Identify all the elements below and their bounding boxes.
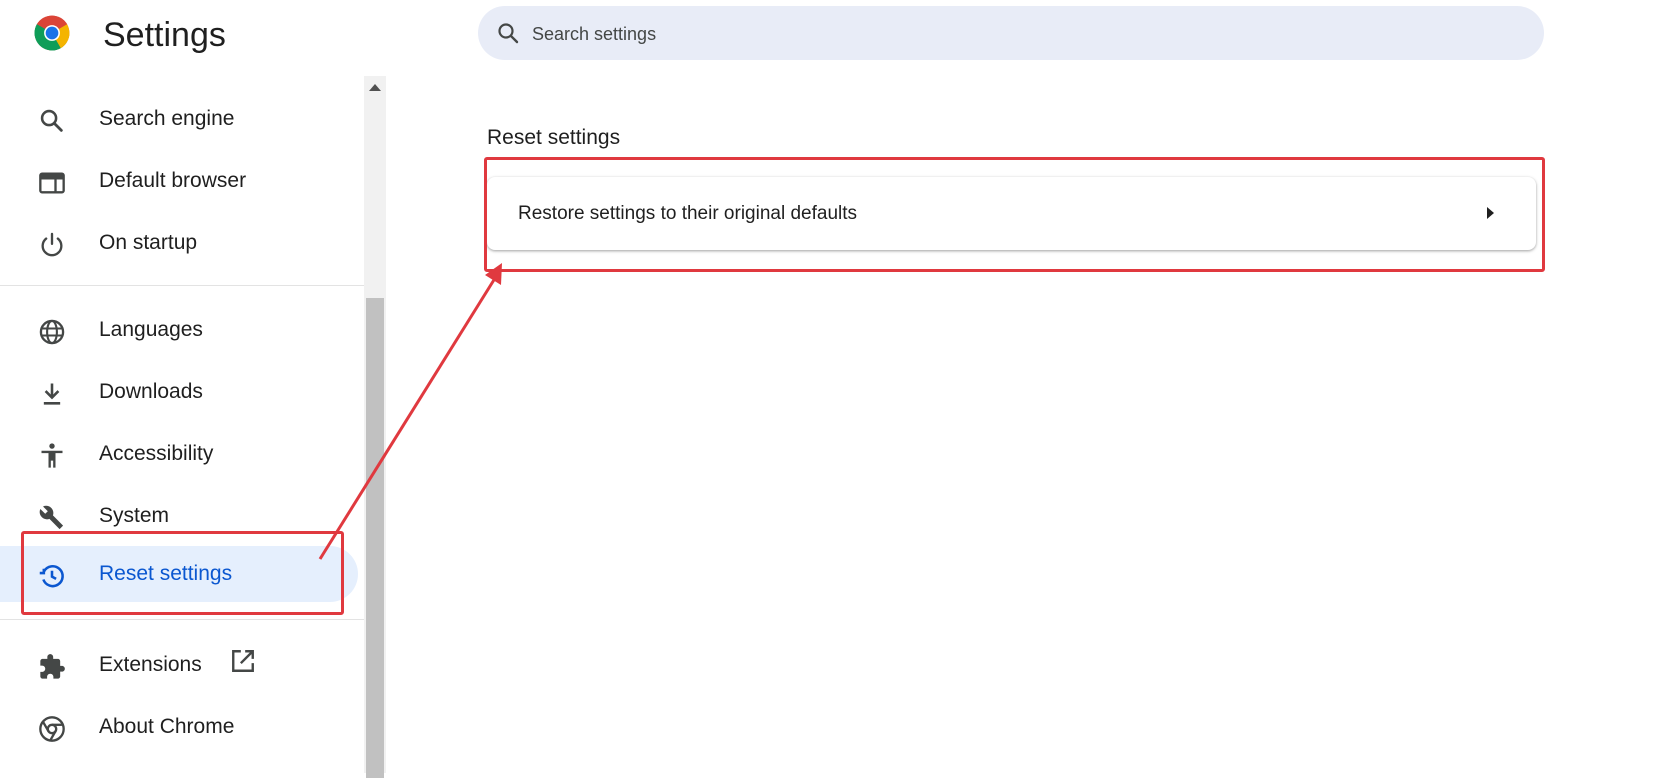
chrome-logo-icon	[34, 15, 70, 51]
sidebar-item-label: Default browser	[99, 169, 247, 192]
open-in-new-icon	[232, 650, 254, 672]
sidebar-item-default-browser[interactable]: Default browser	[0, 153, 360, 209]
puzzle-icon	[40, 654, 65, 679]
search-icon	[498, 23, 519, 44]
scrollbar-thumb[interactable]	[366, 298, 384, 778]
sidebar-item-downloads[interactable]: Downloads	[0, 364, 360, 420]
sidebar-divider	[0, 619, 364, 620]
sidebar-item-search-engine[interactable]: Search engine	[0, 91, 360, 147]
highlight-box-restore-row	[484, 157, 1545, 272]
sidebar-item-label: About Chrome	[99, 715, 235, 738]
search-icon	[40, 109, 63, 132]
scroll-up-arrow-icon[interactable]	[369, 84, 381, 91]
search-bar[interactable]	[478, 6, 1544, 62]
search-input[interactable]	[530, 6, 1514, 62]
accessibility-icon	[41, 443, 63, 468]
sidebar-nav: Search engine Default browser On startup…	[0, 76, 364, 773]
sidebar-item-accessibility[interactable]: Accessibility	[0, 426, 360, 482]
power-icon	[41, 232, 63, 257]
sidebar-divider	[0, 285, 364, 286]
sidebar-item-label: Accessibility	[99, 442, 214, 465]
browser-window-icon	[39, 172, 65, 194]
sidebar-item-extensions[interactable]: Extensions	[0, 637, 360, 693]
section-title: Reset settings	[487, 126, 621, 149]
page-title: Settings	[103, 16, 226, 54]
sidebar-item-label: System	[99, 504, 170, 527]
sidebar-scrollbar[interactable]	[364, 76, 386, 778]
download-icon	[43, 383, 61, 405]
sidebar-item-on-startup[interactable]: On startup	[0, 215, 360, 271]
globe-icon	[39, 319, 65, 345]
sidebar-item-label: Search engine	[99, 107, 235, 130]
sidebar-item-label: Languages	[99, 318, 203, 341]
highlight-box-reset-settings	[21, 531, 344, 615]
chrome-logo-icon	[39, 716, 65, 742]
sidebar-item-label: On startup	[99, 231, 198, 254]
sidebar-item-label: Extensions	[99, 653, 202, 676]
sidebar-item-label: Downloads	[99, 380, 203, 403]
sidebar-item-languages[interactable]: Languages	[0, 302, 360, 358]
sidebar-item-about-chrome[interactable]: About Chrome	[0, 699, 360, 755]
wrench-icon	[39, 505, 64, 530]
